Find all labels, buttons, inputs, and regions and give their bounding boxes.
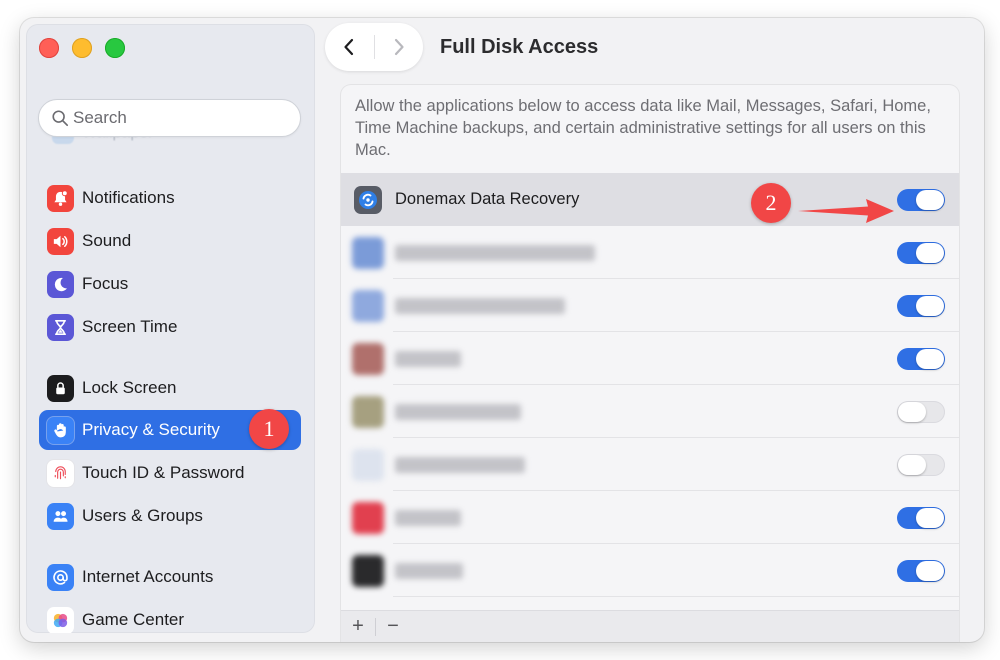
app-row[interactable] [341, 544, 959, 597]
row-divider [393, 596, 959, 597]
toggle-knob [916, 508, 944, 528]
access-toggle[interactable] [897, 242, 945, 264]
sidebar-item-sound[interactable]: Sound [39, 221, 301, 261]
users-icon [47, 502, 74, 530]
search-icon [52, 110, 69, 127]
chevron-left-icon [344, 38, 354, 56]
toggle-knob [916, 243, 944, 263]
description-text: Allow the applications below to access d… [355, 97, 931, 159]
forward-button[interactable] [374, 23, 423, 71]
toggle-knob [916, 296, 944, 316]
annotation-arrow-icon [798, 199, 894, 223]
toggle-knob [916, 561, 944, 581]
blurred-app-icon [352, 290, 384, 322]
page-title: Full Disk Access [440, 36, 599, 58]
blurred-app-name [395, 510, 461, 526]
sidebar-item-lock-screen[interactable]: Lock Screen [39, 368, 301, 408]
fingerprint-icon [47, 459, 74, 487]
blurred-app-icon [352, 237, 384, 269]
access-toggle[interactable] [897, 454, 945, 476]
sidebar-item-touch-id-password[interactable]: Touch ID & Password [39, 453, 301, 493]
access-toggle[interactable] [897, 507, 945, 529]
sidebar-item-focus[interactable]: Focus [39, 264, 301, 304]
blurred-app-name [395, 245, 595, 261]
access-toggle[interactable] [897, 401, 945, 423]
blurred-app-name [395, 404, 521, 420]
toggle-knob [916, 349, 944, 369]
app-row[interactable] [341, 438, 959, 491]
bell-icon [47, 184, 74, 212]
toggle-knob [916, 190, 944, 210]
speaker-icon [47, 227, 74, 255]
sidebar: Wallpaper Notifications Sound [26, 24, 315, 633]
app-row[interactable] [341, 279, 959, 332]
app-row[interactable] [341, 491, 959, 544]
step-1-annotation: 1 [249, 409, 289, 449]
toggle-knob [898, 455, 926, 475]
access-toggle[interactable] [897, 295, 945, 317]
hand-icon [47, 416, 74, 444]
sidebar-item-users-groups[interactable]: Users & Groups [39, 496, 301, 536]
game-center-icon [47, 606, 74, 633]
close-button[interactable] [39, 38, 59, 58]
blurred-app-icon [352, 343, 384, 375]
blurred-app-name [395, 457, 525, 473]
blurred-app-name [395, 351, 461, 367]
access-toggle[interactable] [897, 560, 945, 582]
blurred-app-icon [352, 555, 384, 587]
hourglass-icon [47, 313, 74, 341]
chevron-right-icon [394, 38, 404, 56]
toggle-knob [898, 402, 926, 422]
list-footer: + − [341, 610, 959, 642]
blurred-app-name [395, 298, 565, 314]
minimize-button[interactable] [72, 38, 92, 58]
navigation-buttons [325, 23, 423, 71]
at-icon [47, 563, 74, 591]
add-app-button[interactable]: + [341, 611, 375, 642]
lock-icon [47, 374, 74, 402]
sidebar-item-screen-time[interactable]: Screen Time [39, 307, 301, 347]
zoom-button[interactable] [105, 38, 125, 58]
sidebar-item-internet-accounts[interactable]: Internet Accounts [39, 557, 301, 597]
blurred-app-icon [352, 502, 384, 534]
back-button[interactable] [325, 23, 374, 71]
access-toggle-donemax[interactable] [897, 189, 945, 211]
donemax-app-icon [354, 186, 382, 214]
window-controls [39, 38, 125, 58]
app-row[interactable] [341, 385, 959, 438]
app-name: Donemax Data Recovery [395, 190, 580, 208]
step-2-annotation: 2 [751, 183, 791, 223]
blurred-app-icon [352, 449, 384, 481]
search-input[interactable] [73, 108, 273, 128]
access-toggle[interactable] [897, 348, 945, 370]
remove-app-button[interactable]: − [376, 611, 410, 642]
sidebar-item-notifications[interactable]: Notifications [39, 178, 301, 218]
moon-icon [47, 270, 74, 298]
app-row[interactable] [341, 226, 959, 279]
blurred-app-icon [352, 396, 384, 428]
app-row[interactable] [341, 332, 959, 385]
search-field[interactable] [38, 99, 301, 137]
sidebar-item-game-center[interactable]: Game Center [39, 600, 301, 633]
full-disk-access-panel: Allow the applications below to access d… [341, 85, 959, 642]
blurred-app-name [395, 563, 463, 579]
settings-window: Wallpaper Notifications Sound [20, 18, 984, 642]
